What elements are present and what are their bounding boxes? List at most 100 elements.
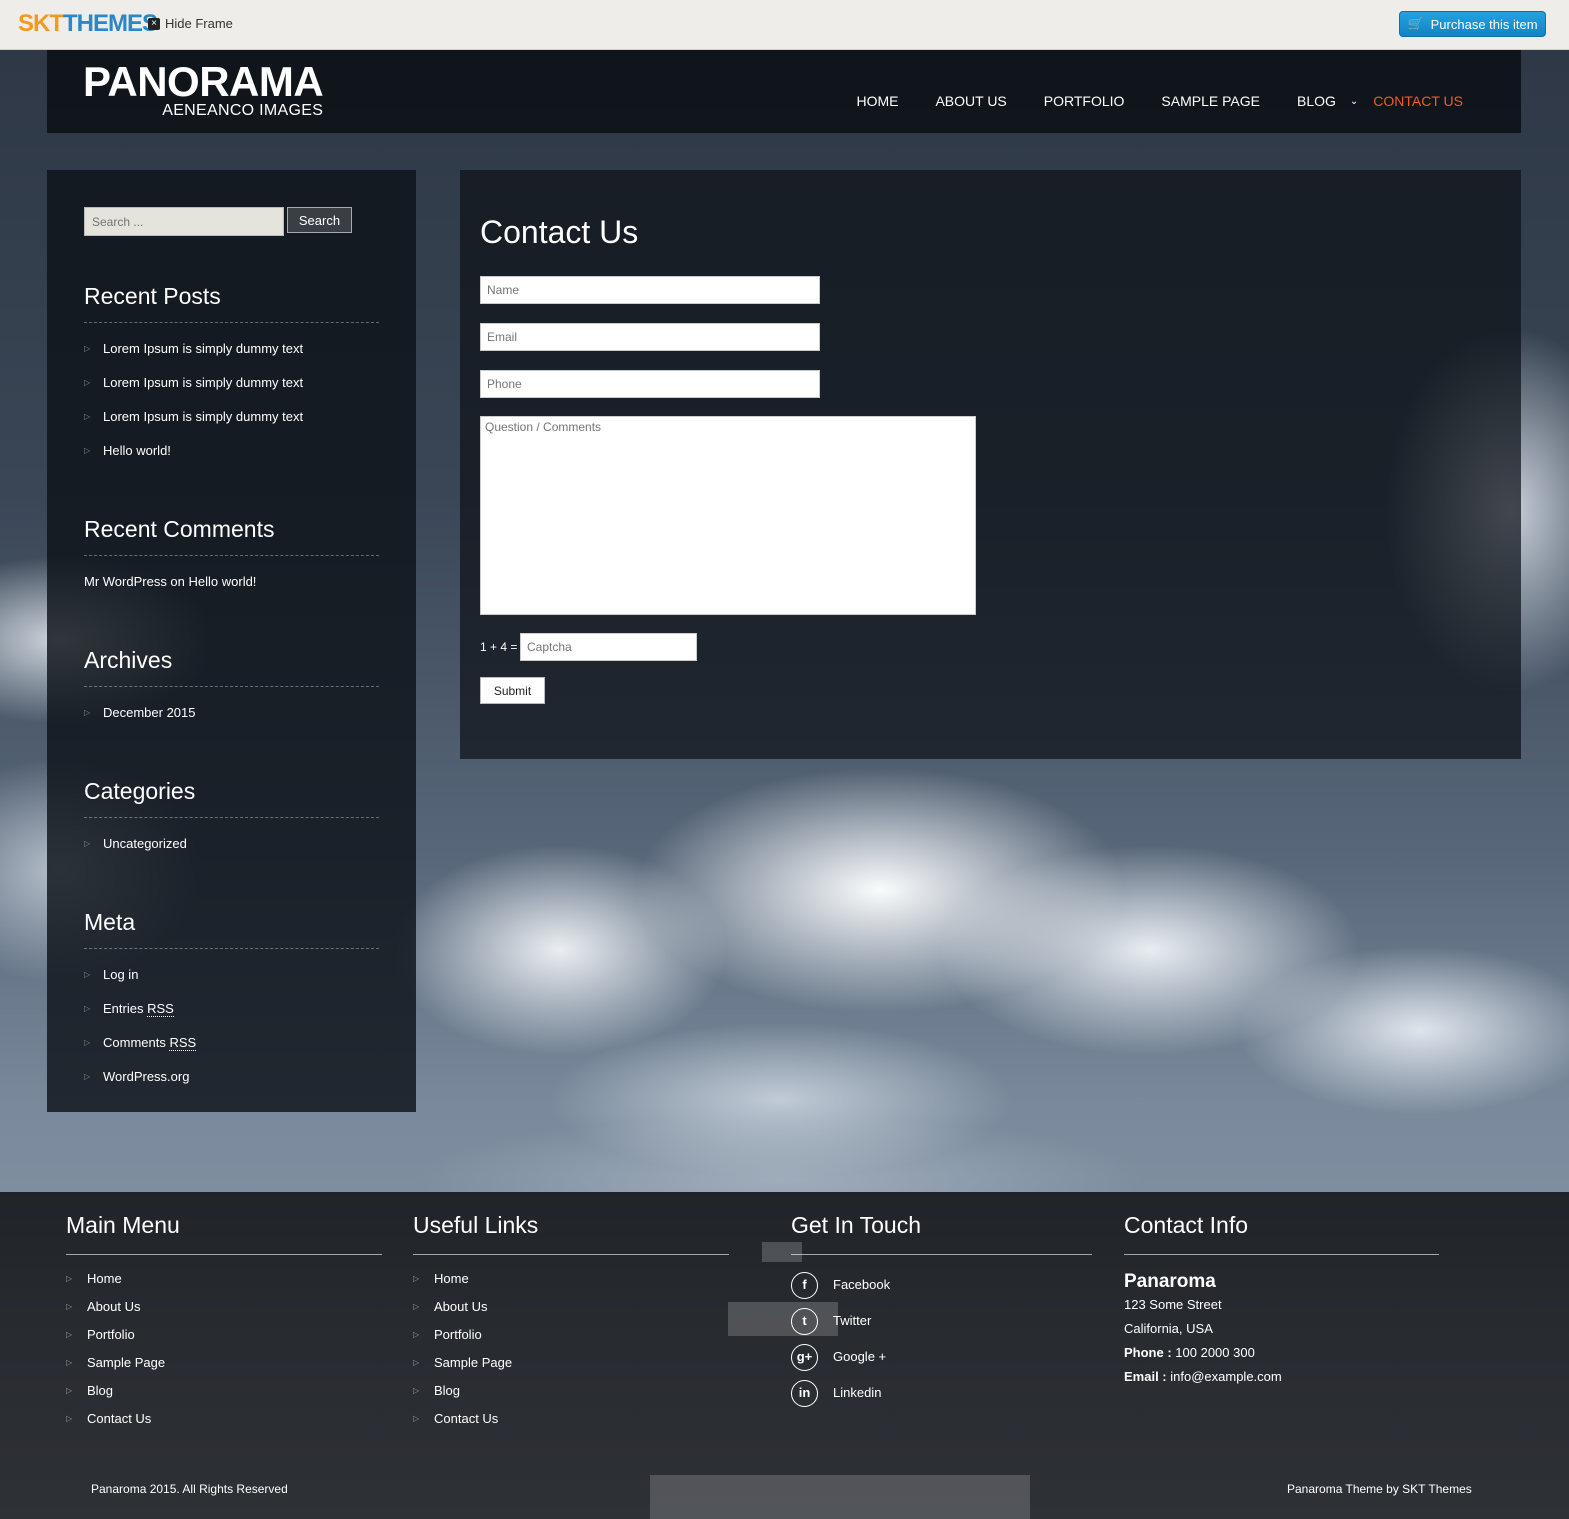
nav-blog-label: BLOG [1296,93,1336,109]
footer-main-menu: Main Menu ▷ Home ▷ About Us ▷ Portfolio ▷ Sa… [66,1212,382,1433]
list-item[interactable]: ▷ Lorem Ipsum is simply dummy text [84,400,379,434]
list-item[interactable]: ▷ WordPress.org [84,1060,379,1094]
nav-sample-page[interactable]: SAMPLE PAGE [1161,93,1260,109]
phone-field[interactable] [480,370,820,398]
name-field[interactable] [480,276,820,304]
list-item[interactable]: ▷ Portfolio [413,1321,729,1349]
list-item[interactable]: ▷ About Us [413,1293,729,1321]
theme-credit[interactable]: Panaroma Theme by SKT Themes [1287,1482,1472,1496]
footer-link[interactable]: Sample Page [434,1349,512,1377]
main-navigation: HOME ABOUT US PORTFOLIO SAMPLE PAGE BLOG… [819,93,1463,109]
list-item[interactable]: ▷ About Us [66,1293,382,1321]
comments-rss-link[interactable]: Comments RSS [103,1026,197,1060]
address-line-1: 123 Some Street [1124,1297,1222,1312]
linkedin-icon: in [791,1379,818,1407]
footer-link[interactable]: Sample Page [87,1349,165,1377]
phone-value: 100 2000 300 [1175,1345,1255,1360]
list-item[interactable]: ▷ Sample Page [413,1349,729,1377]
comment-link[interactable]: Mr WordPress on Hello world! [84,574,379,589]
triangle-right-icon: ▷ [66,1330,73,1339]
social-link-google-plus[interactable]: g+ Google + [791,1339,1092,1375]
widget-categories: Categories ▷ Uncategorized [84,778,379,861]
search-button[interactable]: Search [287,207,352,233]
list-item[interactable]: ▷ Lorem Ipsum is simply dummy text [84,366,379,400]
list-item[interactable]: ▷ Hello world! [84,434,379,468]
footer-link[interactable]: Portfolio [87,1321,135,1349]
social-link-linkedin[interactable]: in Linkedin [791,1375,1092,1411]
search-input[interactable] [84,207,284,236]
triangle-right-icon: ▷ [84,1004,91,1013]
list-item[interactable]: ▷ Contact Us [66,1405,382,1433]
logo-part-skt: SKT [18,10,64,37]
list-item[interactable]: ▷ Lorem Ipsum is simply dummy text [84,332,379,366]
category-link[interactable]: Uncategorized [103,827,187,861]
widget-recent-posts: Recent Posts ▷ Lorem Ipsum is simply dumm… [84,283,379,468]
list-item[interactable]: ▷ Portfolio [66,1321,382,1349]
archive-link[interactable]: December 2015 [103,696,196,730]
footer-link[interactable]: Blog [87,1377,113,1405]
triangle-right-icon: ▷ [413,1414,420,1423]
purchase-button[interactable]: 🛒 Purchase this item [1399,11,1546,37]
footer-link[interactable]: About Us [87,1293,140,1321]
post-link[interactable]: Lorem Ipsum is simply dummy text [103,366,303,400]
triangle-right-icon: ▷ [413,1274,420,1283]
login-link[interactable]: Log in [103,958,138,992]
list-item[interactable]: ▷ Entries RSS [84,992,379,1026]
hide-frame-button[interactable]: × Hide Frame [148,16,233,31]
rss-abbr: RSS [169,1035,197,1051]
list-item[interactable]: ▷ Log in [84,958,379,992]
search-form: Search [84,207,352,236]
list-item[interactable]: ▷ Home [413,1265,729,1293]
skt-themes-logo[interactable]: SKTTHEMES [18,10,158,38]
nav-about-us[interactable]: ABOUT US [935,93,1006,109]
post-link[interactable]: Lorem Ipsum is simply dummy text [103,332,303,366]
nav-portfolio[interactable]: PORTFOLIO [1044,93,1125,109]
nav-blog[interactable]: BLOG ⌄ [1296,93,1358,109]
company-name: Panaroma [1124,1271,1216,1292]
site-title: PANORAMA [83,58,324,105]
footer-contact-info: Contact Info Panaroma 123 Some Street Ca… [1124,1212,1439,1389]
email-label: Email : [1124,1369,1167,1384]
email-field[interactable] [480,323,820,351]
triangle-right-icon: ▷ [413,1330,420,1339]
list-item[interactable]: ▷ Home [66,1265,382,1293]
site-header: PANORAMA AENEANCO IMAGES HOME ABOUT US P… [47,50,1521,133]
submit-button[interactable]: Submit [480,677,545,704]
list-item[interactable]: ▷ Uncategorized [84,827,379,861]
page-title: Contact Us [480,214,639,250]
post-link[interactable]: Lorem Ipsum is simply dummy text [103,400,303,434]
footer-useful-links: Useful Links ▷ Home ▷ About Us ▷ Portfolio … [413,1212,729,1433]
email-value[interactable]: info@example.com [1170,1369,1281,1384]
list-item[interactable]: ▷ Contact Us [413,1405,729,1433]
triangle-right-icon: ▷ [84,344,91,353]
list-item[interactable]: ▷ December 2015 [84,696,379,730]
footer-link[interactable]: Home [87,1265,122,1293]
list-item[interactable]: ▷ Comments RSS [84,1026,379,1060]
triangle-right-icon: ▷ [66,1274,73,1283]
nav-home[interactable]: HOME [856,93,898,109]
comments-field[interactable] [480,416,976,615]
site-branding[interactable]: PANORAMA AENEANCO IMAGES [83,58,324,120]
chevron-down-icon[interactable]: ⌄ [1350,96,1358,107]
footer-link[interactable]: Contact Us [87,1405,151,1433]
social-link-facebook[interactable]: f Facebook [791,1267,1092,1303]
triangle-right-icon: ▷ [413,1302,420,1311]
copyright-text: Panaroma 2015. All Rights Reserved [91,1482,288,1496]
captcha-field[interactable] [520,633,697,661]
footer-heading: Get In Touch [791,1212,1092,1255]
post-link[interactable]: Hello world! [103,434,171,468]
list-item[interactable]: ▷ Sample Page [66,1349,382,1377]
nav-contact-us[interactable]: CONTACT US [1373,93,1463,109]
footer-link[interactable]: Home [434,1265,469,1293]
footer-link[interactable]: About Us [434,1293,487,1321]
list-item[interactable]: ▷ Blog [66,1377,382,1405]
footer-link[interactable]: Portfolio [434,1321,482,1349]
list-item[interactable]: ▷ Blog [413,1377,729,1405]
triangle-right-icon: ▷ [66,1302,73,1311]
social-link-twitter[interactable]: t Twitter [791,1303,1092,1339]
triangle-right-icon: ▷ [413,1358,420,1367]
footer-link[interactable]: Blog [434,1377,460,1405]
entries-rss-link[interactable]: Entries RSS [103,992,174,1026]
footer-link[interactable]: Contact Us [434,1405,498,1433]
wordpress-org-link[interactable]: WordPress.org [103,1060,189,1094]
